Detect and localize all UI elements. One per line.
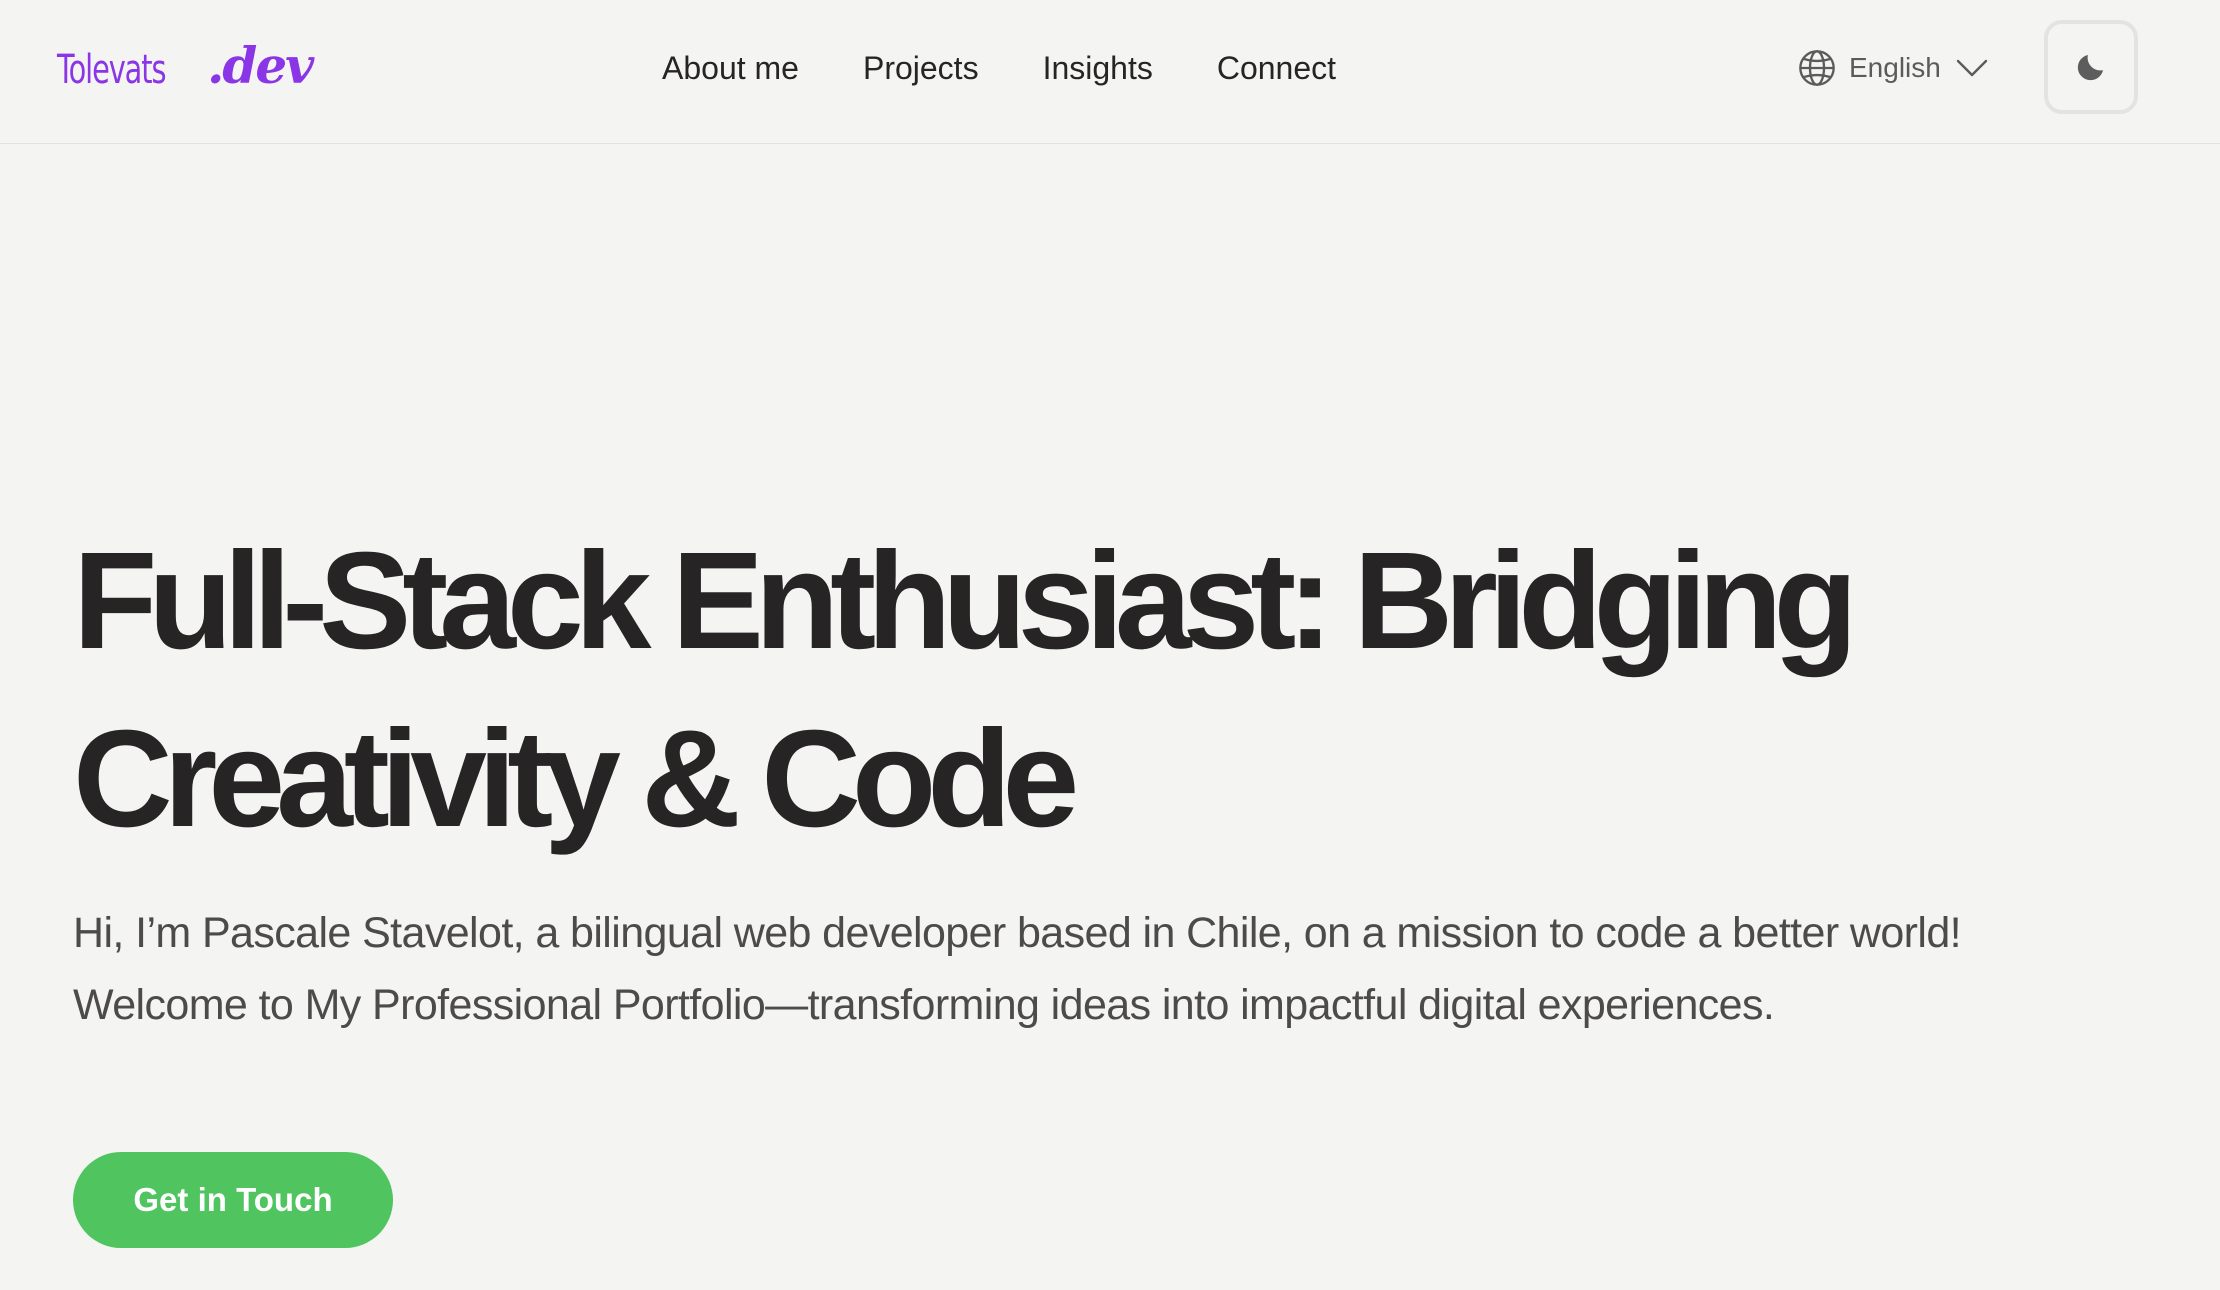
hero-title-line-1: Full-Stack Enthusiast: Bridging bbox=[73, 524, 1858, 678]
get-in-touch-button[interactable]: Get in Touch bbox=[73, 1152, 393, 1248]
language-selector[interactable]: English bbox=[1797, 44, 1989, 92]
hero-title-line-2: Creativity & Code bbox=[73, 702, 1079, 856]
main-nav: About me Projects Insights Connect bbox=[662, 42, 1400, 94]
hero-subtitle-line-1: Hi, I’m Pascale Stavelot, a bilingual we… bbox=[73, 909, 1962, 957]
nav-item-about-me[interactable]: About me bbox=[662, 42, 799, 94]
globe-icon bbox=[1799, 50, 1835, 86]
logo-tld: .dev bbox=[207, 36, 314, 95]
site-logo[interactable]: Tolevats .dev bbox=[57, 36, 314, 96]
moon-icon bbox=[2077, 54, 2104, 81]
hero-subtitle: Hi, I’m Pascale Stavelot, a bilingual we… bbox=[73, 897, 2173, 1041]
hero-title: Full-Stack Enthusiast: Bridging Creativi… bbox=[73, 512, 2133, 868]
language-selected-label: English bbox=[1849, 52, 1941, 83]
chevron-down-icon bbox=[1956, 59, 1988, 77]
nav-item-connect[interactable]: Connect bbox=[1217, 42, 1336, 94]
nav-item-projects[interactable]: Projects bbox=[863, 42, 979, 94]
theme-toggle-button[interactable] bbox=[2044, 20, 2138, 114]
logo-name: Tolevats bbox=[57, 47, 166, 93]
site-header: Tolevats .dev About me Projects Insights… bbox=[0, 0, 2220, 144]
hero-subtitle-line-2: Welcome to My Professional Portfolio—tra… bbox=[73, 981, 1775, 1029]
nav-item-insights[interactable]: Insights bbox=[1043, 42, 1153, 94]
